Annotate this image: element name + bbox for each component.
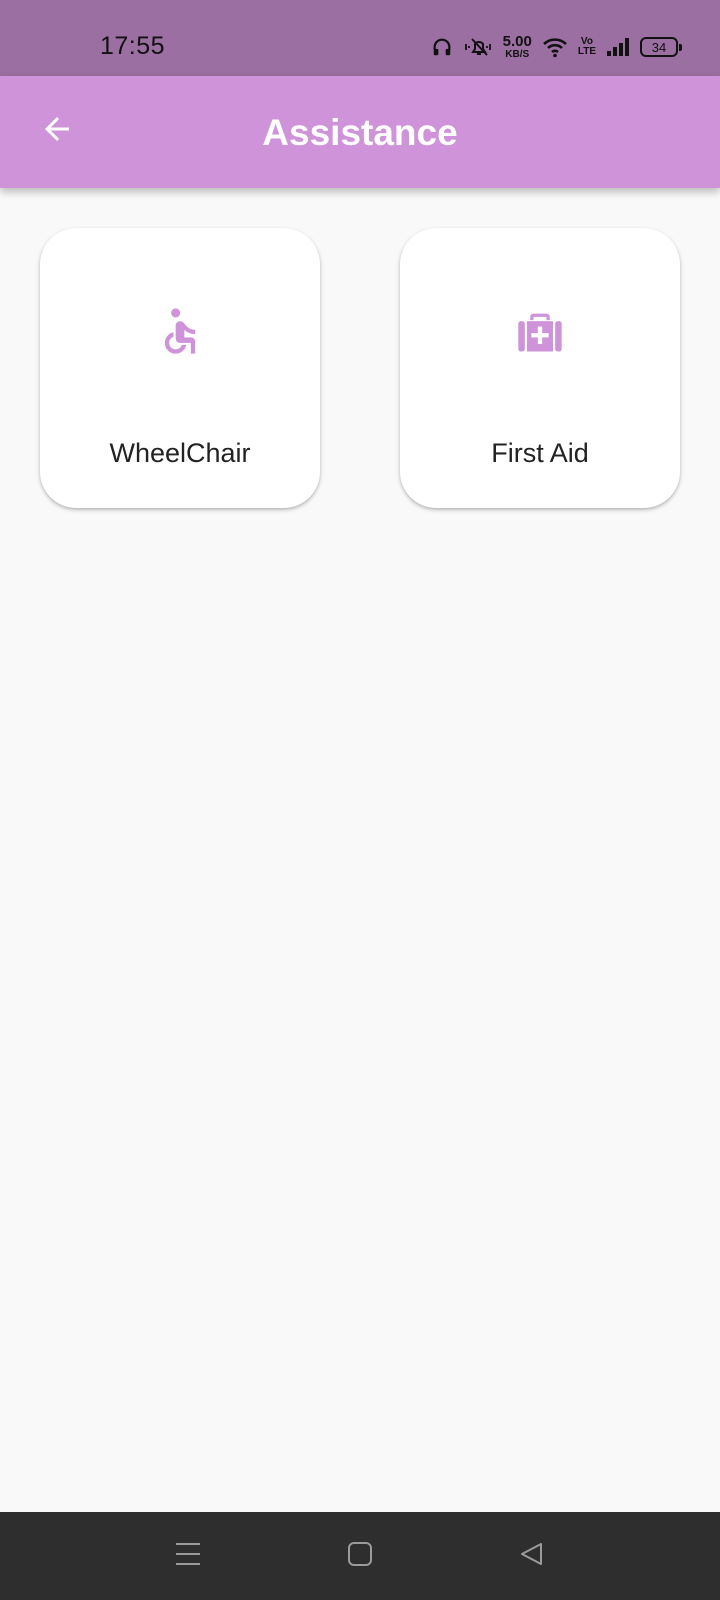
wifi-icon bbox=[542, 36, 568, 58]
system-nav-bar bbox=[0, 1512, 720, 1600]
home-button[interactable] bbox=[338, 1534, 382, 1578]
home-icon bbox=[347, 1541, 373, 1572]
page-title: Assistance bbox=[262, 112, 458, 153]
wheelchair-card[interactable]: WheelChair bbox=[40, 228, 320, 508]
app-bar: Assistance bbox=[0, 76, 720, 188]
bell-muted-icon bbox=[463, 36, 493, 58]
status-time: 17:55 bbox=[100, 32, 166, 60]
wheelchair-label: WheelChair bbox=[109, 438, 251, 468]
recent-apps-button[interactable] bbox=[166, 1534, 210, 1578]
assistance-grid: WheelChair First Aid bbox=[40, 228, 680, 508]
volte-icon: Vo LTE bbox=[578, 37, 596, 57]
network-speed-unit: KB/S bbox=[505, 49, 530, 60]
back-triangle-icon bbox=[519, 1541, 545, 1572]
signal-icon bbox=[606, 37, 630, 57]
network-speed-value: 5.00 bbox=[502, 33, 532, 50]
status-bar: 17:55 5.00 KB/S Vo LTE 34 bbox=[0, 0, 720, 76]
volte-bottom: LTE bbox=[577, 46, 596, 57]
medical-bag-icon bbox=[400, 306, 680, 358]
battery-icon: 34 bbox=[640, 37, 682, 57]
headphones-icon bbox=[431, 36, 453, 58]
status-icons: 5.00 KB/S Vo LTE 34 bbox=[431, 30, 682, 64]
wheelchair-icon bbox=[40, 306, 320, 358]
network-speed: 5.00 KB/S bbox=[503, 34, 532, 60]
first-aid-card[interactable]: First Aid bbox=[400, 228, 680, 508]
system-back-button[interactable] bbox=[510, 1534, 554, 1578]
first-aid-label: First Aid bbox=[491, 438, 589, 468]
battery-level: 34 bbox=[651, 39, 667, 55]
menu-icon bbox=[174, 1541, 202, 1572]
